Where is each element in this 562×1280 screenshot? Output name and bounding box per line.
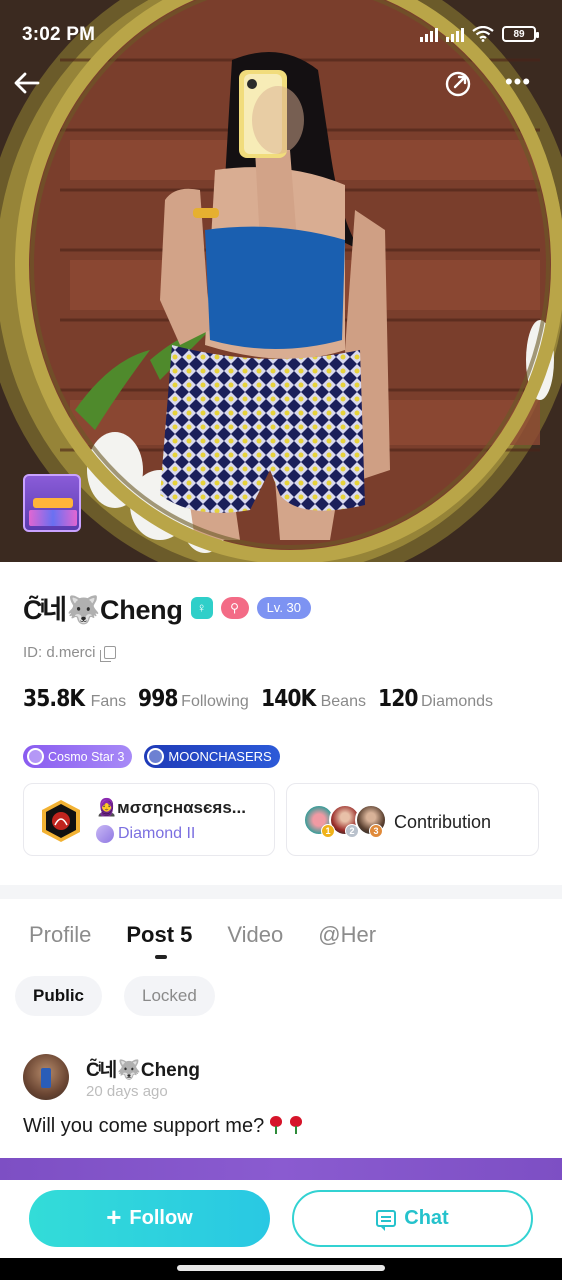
follow-button[interactable]: + Follow [29, 1190, 270, 1247]
section-divider [0, 885, 562, 899]
beans-label[interactable]: Beans [321, 693, 366, 711]
post-caption-text: Will you come support me? [23, 1115, 265, 1137]
rose-emoji-icon-2 [288, 1116, 304, 1134]
family-rank-label: Diamond II [118, 825, 196, 842]
rank-2-badge: 2 [345, 824, 359, 838]
chat-label: Chat [404, 1207, 449, 1229]
family-logo-icon [42, 800, 80, 842]
post-author-avatar[interactable] [23, 1054, 69, 1100]
active-tab-indicator [155, 955, 167, 959]
fans-label[interactable]: Fans [91, 693, 127, 711]
post-author-name[interactable]: C̃ͥ네🐺Cheng [86, 1055, 200, 1082]
contribution-card[interactable]: 1 2 3 Contribution [286, 783, 539, 856]
name-row: C̃ͥ네🐺Cheng ♀ ⚲ Lv. 30 [23, 588, 312, 627]
status-bar: 3:02 PM 89 [0, 0, 562, 70]
post-timestamp: 20 days ago [86, 1083, 168, 1100]
content-tabs: Profile Post 5 Video @Her [29, 922, 411, 948]
post-caption: Will you come support me? [23, 1115, 304, 1138]
diamond-rank-icon [96, 825, 114, 843]
moonchasers-tag[interactable]: MOONCHASERS [144, 745, 280, 768]
filter-locked[interactable]: Locked [124, 976, 215, 1016]
contributor-avatars: 1 2 3 [303, 804, 387, 838]
system-nav-area [0, 1258, 562, 1280]
beans-count[interactable]: 140K [261, 686, 316, 712]
filter-public[interactable]: Public [15, 976, 103, 1016]
user-id: ID: d.merci [23, 644, 96, 661]
signal-icon-2 [446, 26, 464, 42]
contribution-label: Contribution [394, 812, 492, 832]
tab-post[interactable]: Post 5 [126, 922, 192, 948]
rose-emoji-icon [268, 1116, 284, 1134]
following-count[interactable]: 998 [138, 686, 178, 712]
rank-3-badge: 3 [369, 824, 383, 838]
tab-mentions[interactable]: @Her [318, 922, 376, 948]
stats-row: 35.8K Fans 998 Following 140K Beans 120 … [23, 686, 505, 712]
cosmo-star-tag[interactable]: Cosmo Star 3 [23, 745, 133, 768]
chat-bubble-icon [376, 1210, 397, 1231]
cover-photo-art [0, 0, 562, 562]
cosmo-star-label: Cosmo Star 3 [48, 749, 125, 764]
tags-row: Cosmo Star 3 MOONCHASERS [23, 745, 280, 768]
moonchasers-label: MOONCHASERS [168, 749, 272, 764]
pink-badge-icon: ⚲ [220, 596, 249, 619]
family-rank: Diamond II [96, 825, 195, 843]
home-indicator[interactable] [177, 1265, 385, 1271]
battery-icon: 89 [502, 26, 539, 42]
wifi-icon [472, 26, 494, 42]
rank-1-badge: 1 [321, 824, 335, 838]
bottom-action-bar: + Follow Chat [0, 1180, 562, 1258]
display-name: C̃ͥ네🐺Cheng [23, 595, 183, 625]
family-card[interactable]: 🧕мσσηcнαsєяs... Diamond II [23, 783, 275, 856]
level-badge: Lv. 30 [256, 596, 312, 619]
copy-icon[interactable] [99, 646, 116, 662]
profile-cover-photo: 3:02 PM 89 ••• [0, 0, 562, 562]
profile-info-section: C̃ͥ네🐺Cheng ♀ ⚲ Lv. 30 ID: d.merci 35.8K … [0, 562, 562, 885]
more-options-icon[interactable]: ••• [500, 71, 536, 96]
follow-label: Follow [129, 1207, 193, 1229]
chat-button[interactable]: Chat [292, 1190, 533, 1247]
user-id-row: ID: d.merci [23, 644, 116, 662]
share-icon[interactable] [444, 70, 472, 98]
tab-video[interactable]: Video [227, 922, 283, 948]
status-time: 3:02 PM [22, 24, 96, 45]
diamonds-count[interactable]: 120 [378, 686, 418, 712]
fans-count[interactable]: 35.8K [23, 686, 85, 712]
status-icons: 89 [420, 26, 539, 42]
plus-icon: + [106, 1202, 122, 1232]
signal-icon [420, 26, 438, 42]
diamonds-label[interactable]: Diamonds [421, 693, 493, 711]
post-filter-tabs: Public Locked [15, 976, 215, 1016]
moonchasers-icon [147, 748, 165, 765]
verified-gender-badge-icon: ♀ [190, 596, 213, 619]
family-name: 🧕мσσηcнαsєяs... [96, 798, 246, 817]
back-arrow-icon[interactable] [12, 68, 42, 98]
following-label[interactable]: Following [181, 693, 249, 711]
event-badge-icon[interactable] [23, 474, 81, 532]
tab-profile[interactable]: Profile [29, 922, 91, 948]
cosmo-star-icon [27, 748, 44, 765]
